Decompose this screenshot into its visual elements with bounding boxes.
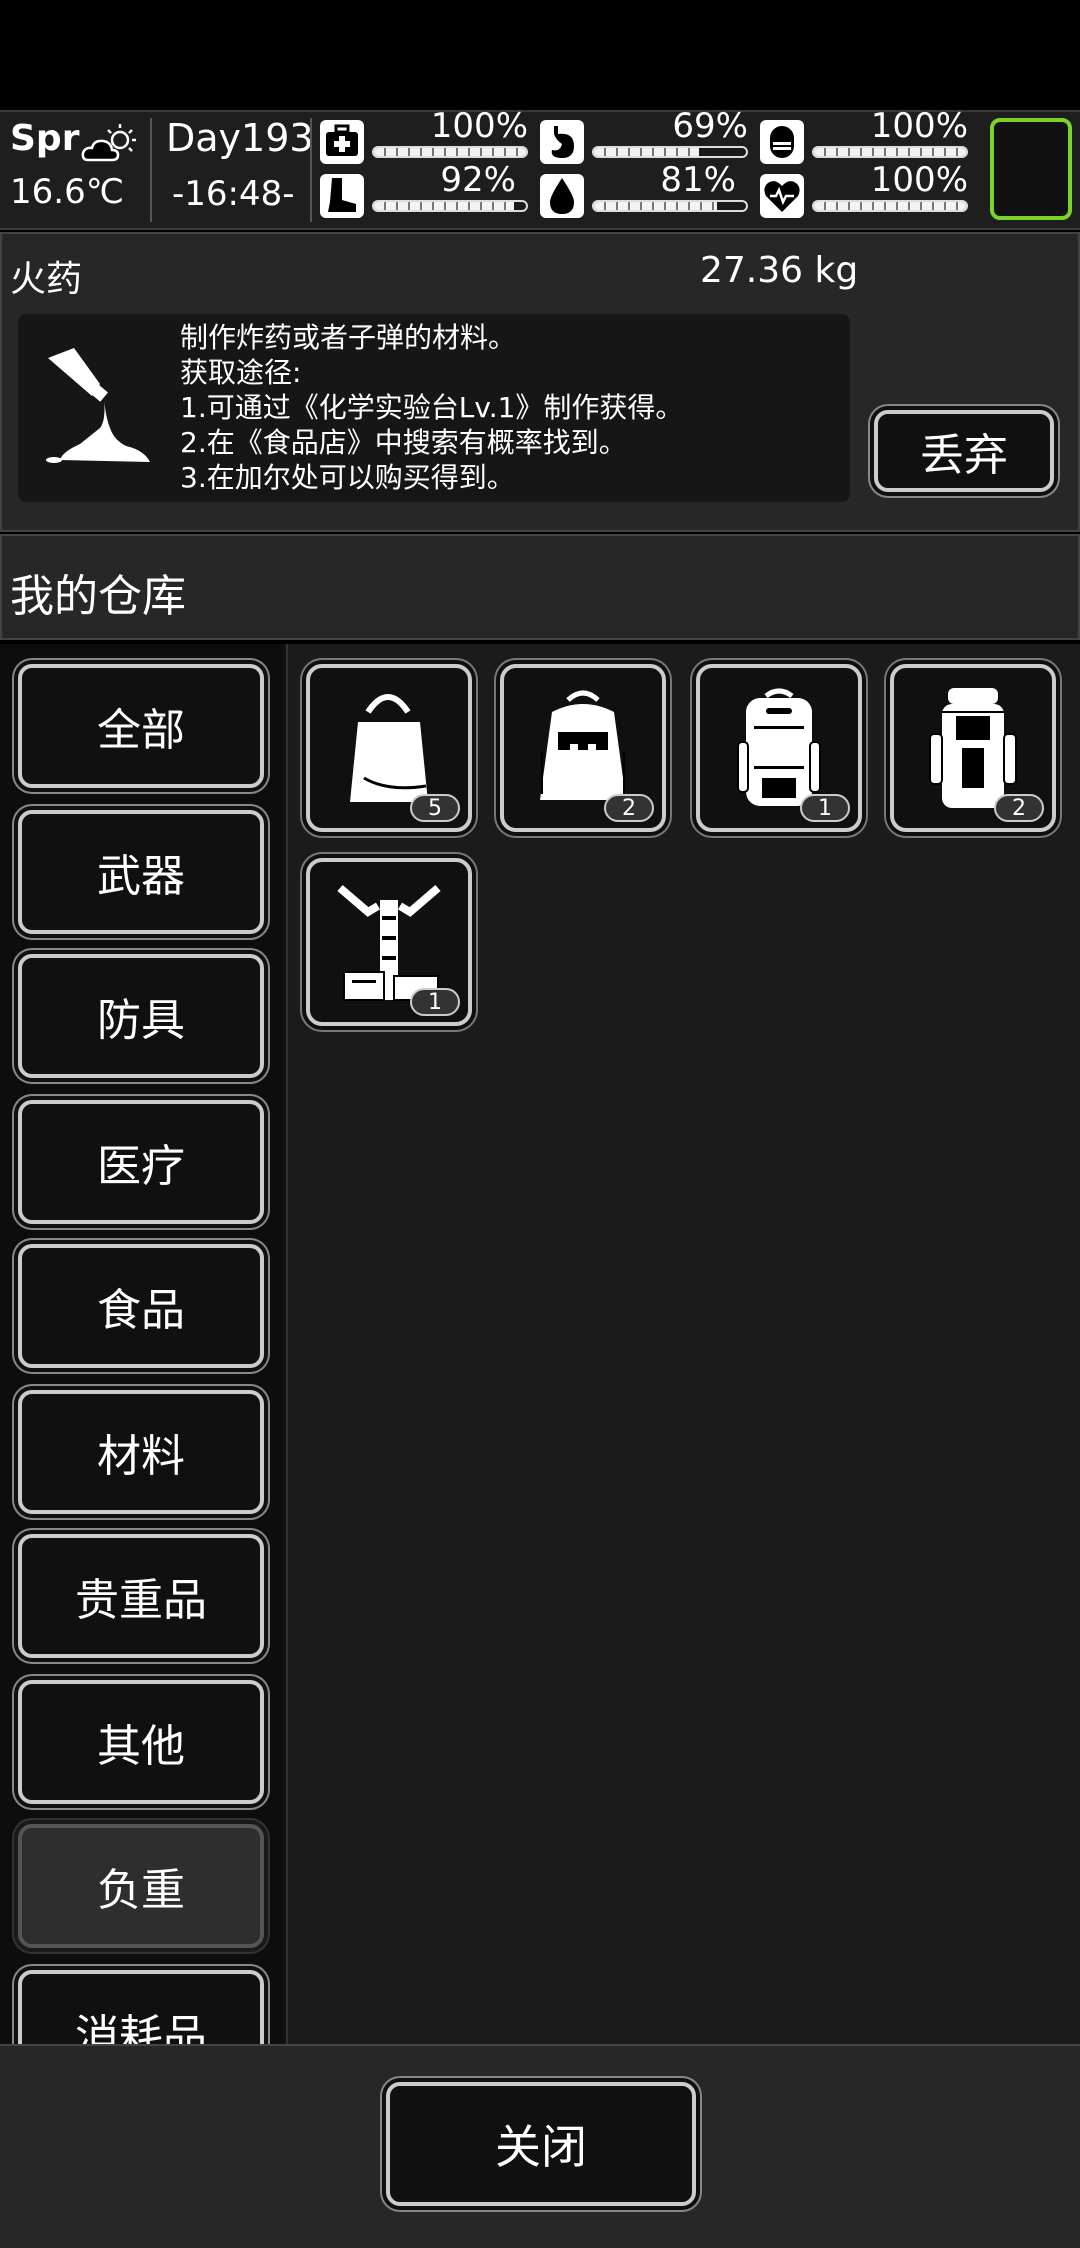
item-slot-hiking-backpack[interactable]: 2 <box>890 664 1056 832</box>
close-button[interactable]: 关闭 <box>386 2082 696 2206</box>
stomach-icon <box>540 120 584 164</box>
item-count: 1 <box>410 988 460 1016</box>
category-all-button[interactable]: 全部 <box>18 664 264 788</box>
mood-percent: 100% <box>870 160 968 200</box>
item-count: 2 <box>994 794 1044 822</box>
boot-icon <box>320 174 364 218</box>
menu-slot-button[interactable] <box>990 118 1072 220</box>
category-load-button[interactable]: 负重 <box>18 1824 264 1948</box>
item-slot-cargo-frame[interactable]: 1 <box>306 858 472 1026</box>
category-materials-button[interactable]: 材料 <box>18 1390 264 1514</box>
item-count: 5 <box>410 794 460 822</box>
thirst-percent: 81% <box>660 160 736 200</box>
day-label: Day193 <box>166 116 314 160</box>
item-weight: 27.36 kg <box>700 250 859 291</box>
clock-label: -16:48- <box>172 174 295 214</box>
item-count: 2 <box>604 794 654 822</box>
item-name: 火药 <box>10 259 83 300</box>
heart-icon <box>760 174 804 218</box>
medkit-icon <box>320 120 364 164</box>
header-divider <box>310 118 312 222</box>
partly-cloudy-icon <box>81 124 136 162</box>
season-label: Spr <box>10 118 80 159</box>
category-medical-button[interactable]: 医疗 <box>18 1100 264 1224</box>
hunger-bar <box>592 146 748 158</box>
item-slot-backpack[interactable]: 1 <box>696 664 862 832</box>
capsule-percent: 100% <box>870 106 968 146</box>
mood-bar <box>812 200 968 212</box>
category-consumables-button[interactable]: 消耗品 <box>18 1970 264 2044</box>
warehouse-title: 我的仓库 <box>10 571 186 622</box>
gunpowder-icon <box>46 348 150 463</box>
category-weapons-button[interactable]: 武器 <box>18 810 264 934</box>
health-bar <box>372 146 528 158</box>
item-count: 1 <box>800 794 850 822</box>
category-food-button[interactable]: 食品 <box>18 1244 264 1368</box>
item-description: 制作炸药或者子弹的材料。 获取途径: 1.可通过《化学实验台Lv.1》制作获得。… <box>180 321 684 494</box>
category-armor-button[interactable]: 防具 <box>18 954 264 1078</box>
header-divider <box>150 118 152 222</box>
category-other-button[interactable]: 其他 <box>18 1680 264 1804</box>
water-drop-icon <box>540 174 584 218</box>
category-sidebar: 全部 武器 防具 医疗 食品 材料 贵重品 其他 负重 消耗品 <box>0 644 282 2044</box>
stamina-bar <box>372 200 528 212</box>
item-grid <box>286 644 1080 2044</box>
discard-button[interactable]: 丢弃 <box>874 410 1054 492</box>
stamina-percent: 92% <box>440 160 516 200</box>
system-status-bar <box>0 0 1080 110</box>
temperature-label: 16.6℃ <box>10 172 124 212</box>
capsule-bar <box>812 146 968 158</box>
capsule-icon <box>760 120 804 164</box>
thirst-bar <box>592 200 748 212</box>
category-valuables-button[interactable]: 贵重品 <box>18 1534 264 1658</box>
hunger-percent: 69% <box>672 106 748 146</box>
item-slot-tote-bag[interactable]: 5 <box>306 664 472 832</box>
health-percent: 100% <box>430 106 528 146</box>
item-slot-small-backpack[interactable]: 2 <box>500 664 666 832</box>
